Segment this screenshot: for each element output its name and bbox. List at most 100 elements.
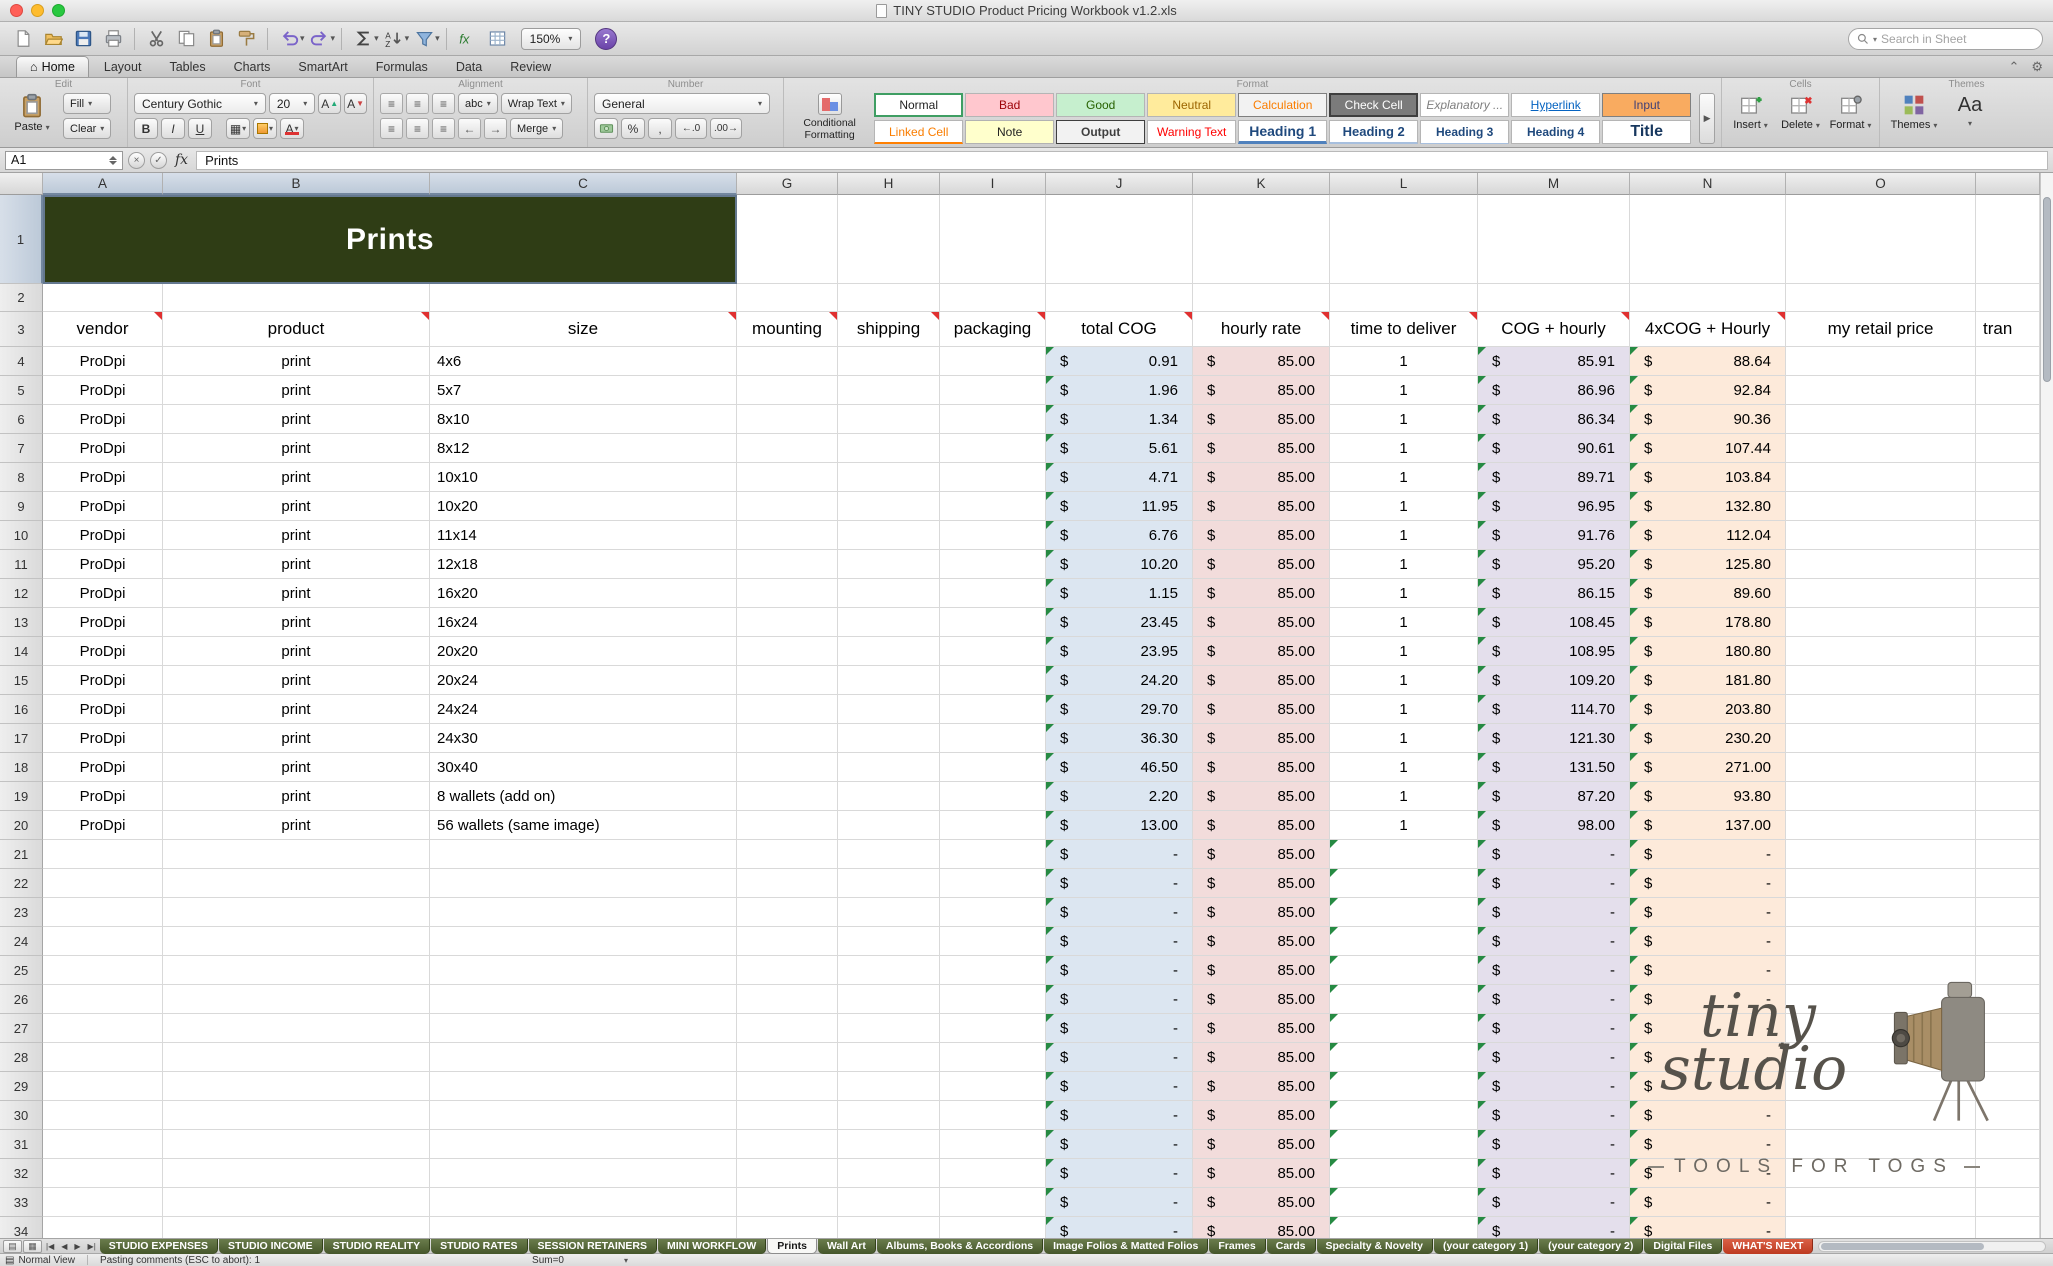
cell-A22[interactable] (43, 869, 163, 898)
cell-G10[interactable] (737, 521, 838, 550)
cell-G7[interactable] (737, 434, 838, 463)
cell-O23[interactable] (1786, 898, 1976, 927)
cell-B14[interactable]: print (163, 637, 430, 666)
row-header-11[interactable]: 11 (0, 550, 43, 579)
row-header-29[interactable]: 29 (0, 1072, 43, 1101)
column-header-M[interactable]: M (1478, 173, 1630, 195)
cell-I19[interactable] (940, 782, 1046, 811)
cell-G26[interactable] (737, 985, 838, 1014)
search-scope-caret-icon[interactable]: ▾ (1873, 35, 1877, 44)
cell-I15[interactable] (940, 666, 1046, 695)
cell-I23[interactable] (940, 898, 1046, 927)
cell-style-h4[interactable]: Heading 4 (1511, 120, 1600, 144)
sheet-tab-image-folios-matted-folios[interactable]: Image Folios & Matted Folios (1044, 1239, 1208, 1254)
sheet-tab--your-category-1-[interactable]: (your category 1) (1434, 1239, 1538, 1254)
cell-J5[interactable]: $1.96 (1046, 376, 1193, 405)
cell-row2[interactable] (163, 284, 430, 312)
cell-G32[interactable] (737, 1159, 838, 1188)
cell-L6[interactable]: 1 (1330, 405, 1478, 434)
sheet-tab-session-retainers[interactable]: SESSION RETAINERS (529, 1239, 658, 1254)
cell-C12[interactable]: 16x20 (430, 579, 737, 608)
cell-M22[interactable]: $- (1478, 869, 1630, 898)
align-left-button[interactable]: ≡ (380, 118, 403, 139)
cell-A10[interactable]: ProDpi (43, 521, 163, 550)
cell-A27[interactable] (43, 1014, 163, 1043)
cell-B34[interactable] (163, 1217, 430, 1238)
cell-K20[interactable]: $85.00 (1193, 811, 1330, 840)
cell-H4[interactable] (838, 347, 940, 376)
header-cell-size[interactable]: size (430, 312, 737, 347)
cell-C11[interactable]: 12x18 (430, 550, 737, 579)
cell-C17[interactable]: 24x30 (430, 724, 737, 753)
sheet-tab-specialty-novelty[interactable]: Specialty & Novelty (1317, 1239, 1433, 1254)
cell-O6[interactable] (1786, 405, 1976, 434)
cell-A19[interactable]: ProDpi (43, 782, 163, 811)
sheet-button[interactable] (483, 25, 513, 53)
cell-I8[interactable] (940, 463, 1046, 492)
cell-I7[interactable] (940, 434, 1046, 463)
search-input[interactable] (1881, 32, 2034, 46)
cell-N17[interactable]: $230.20 (1630, 724, 1786, 753)
cell-C6[interactable]: 8x10 (430, 405, 737, 434)
column-header-K[interactable]: K (1193, 173, 1330, 195)
cell-L24[interactable] (1330, 927, 1478, 956)
row-header-27[interactable]: 27 (0, 1014, 43, 1043)
cell-L9[interactable]: 1 (1330, 492, 1478, 521)
cell-B8[interactable]: print (163, 463, 430, 492)
cell-I12[interactable] (940, 579, 1046, 608)
increase-decimal-button[interactable]: ←.0 (675, 118, 707, 139)
next-sheet-button[interactable]: ▶ (71, 1242, 83, 1251)
cell-I13[interactable] (940, 608, 1046, 637)
cell-J28[interactable]: $- (1046, 1043, 1193, 1072)
cell-N9[interactable]: $132.80 (1630, 492, 1786, 521)
cell-H13[interactable] (838, 608, 940, 637)
cell-A30[interactable] (43, 1101, 163, 1130)
cell-O5[interactable] (1786, 376, 1976, 405)
cell-J11[interactable]: $10.20 (1046, 550, 1193, 579)
cell-K9[interactable]: $85.00 (1193, 492, 1330, 521)
cell-N12[interactable]: $89.60 (1630, 579, 1786, 608)
font-color-button[interactable]: A▾ (280, 118, 304, 139)
cell-P30[interactable] (1976, 1101, 2040, 1130)
increase-indent-button[interactable]: → (484, 118, 507, 139)
cell-row1[interactable] (1193, 195, 1330, 284)
cell-L11[interactable]: 1 (1330, 550, 1478, 579)
cell-C8[interactable]: 10x10 (430, 463, 737, 492)
cell-N7[interactable]: $107.44 (1630, 434, 1786, 463)
cell-G6[interactable] (737, 405, 838, 434)
cell-A32[interactable] (43, 1159, 163, 1188)
row-header-16[interactable]: 16 (0, 695, 43, 724)
cell-N6[interactable]: $90.36 (1630, 405, 1786, 434)
cell-B33[interactable] (163, 1188, 430, 1217)
cell-B29[interactable] (163, 1072, 430, 1101)
name-box-stepper[interactable] (109, 156, 117, 165)
row-header-2[interactable]: 2 (0, 284, 43, 312)
cell-A18[interactable]: ProDpi (43, 753, 163, 782)
cell-H14[interactable] (838, 637, 940, 666)
cell-N24[interactable]: $- (1630, 927, 1786, 956)
cell-G20[interactable] (737, 811, 838, 840)
cell-A16[interactable]: ProDpi (43, 695, 163, 724)
ribbon-tab-data[interactable]: Data (443, 57, 495, 77)
font-family-select[interactable]: Century Gothic▾ (134, 93, 266, 114)
row-header-17[interactable]: 17 (0, 724, 43, 753)
cell-I4[interactable] (940, 347, 1046, 376)
cell-G33[interactable] (737, 1188, 838, 1217)
cell-L16[interactable]: 1 (1330, 695, 1478, 724)
cell-K5[interactable]: $85.00 (1193, 376, 1330, 405)
cell-H34[interactable] (838, 1217, 940, 1238)
row-header-8[interactable]: 8 (0, 463, 43, 492)
cell-P18[interactable] (1976, 753, 2040, 782)
cell-I6[interactable] (940, 405, 1046, 434)
more-styles-button[interactable]: ▶ (1699, 93, 1715, 144)
cell-G5[interactable] (737, 376, 838, 405)
cell-I34[interactable] (940, 1217, 1046, 1238)
cell-B31[interactable] (163, 1130, 430, 1159)
cell-C29[interactable] (430, 1072, 737, 1101)
cell-G23[interactable] (737, 898, 838, 927)
cell-K33[interactable]: $85.00 (1193, 1188, 1330, 1217)
cell-I11[interactable] (940, 550, 1046, 579)
cell-K13[interactable]: $85.00 (1193, 608, 1330, 637)
cell-H19[interactable] (838, 782, 940, 811)
cell-G18[interactable] (737, 753, 838, 782)
